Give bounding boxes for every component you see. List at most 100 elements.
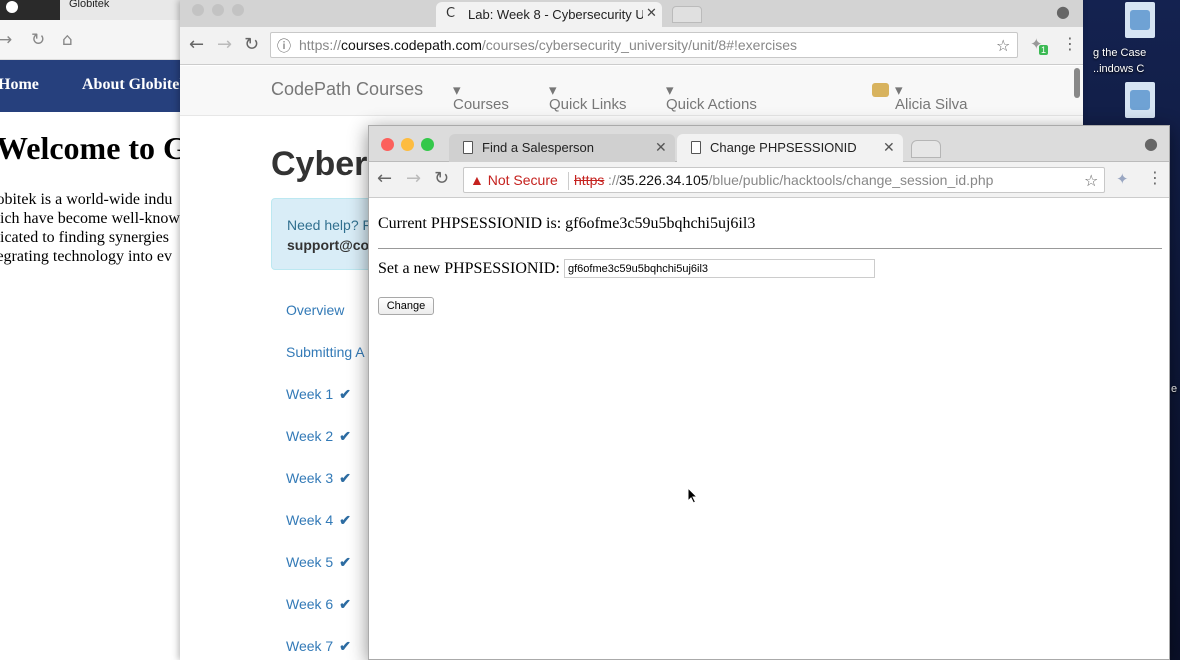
menu-icon[interactable]: ⋮	[1147, 168, 1163, 187]
tab-title: Lab: Week 8 - Cybersecurity U	[468, 7, 643, 22]
change-session-browser-window: Find a Salesperson ✕ Change PHPSESSIONID…	[368, 125, 1170, 660]
extension-icon[interactable]: ✦	[1116, 170, 1129, 188]
desktop-file-label[interactable]: ..indows C	[1093, 63, 1144, 75]
sidebar-item-label: Week 3	[286, 470, 334, 486]
address-bar[interactable]: ▲ Not Secure https :// 35.226.34.105/blu…	[463, 167, 1105, 193]
info-icon[interactable]: ⓘ	[277, 36, 291, 56]
close-tab-icon[interactable]: ✕	[655, 139, 667, 156]
bookmark-star-icon[interactable]: ☆	[1084, 171, 1098, 190]
tab-codepath-lab[interactable]: C Lab: Week 8 - Cybersecurity U ✕	[436, 2, 662, 27]
forward-arrow-icon[interactable]: →	[406, 168, 421, 189]
address-bar[interactable]: ⓘ https://courses.codepath.com/courses/c…	[270, 32, 1018, 58]
user-name: Alicia Silva	[895, 96, 968, 113]
tab-title[interactable]: Globitek	[69, 0, 109, 10]
forward-arrow-icon[interactable]: →	[217, 34, 232, 55]
sidebar-item-label: Submitting A	[286, 344, 365, 360]
close-tab-icon[interactable]: ✕	[646, 6, 657, 21]
browser-toolbar: → ↻ ⌂	[0, 20, 200, 60]
checkmark-icon: ✔	[339, 638, 351, 654]
browser-toolbar: ← → ↻ ▲ Not Secure https :// 35.226.34.1…	[369, 162, 1169, 198]
divider	[378, 248, 1162, 249]
not-secure-indicator[interactable]: ▲ Not Secure	[470, 172, 558, 188]
warning-icon: ▲	[470, 172, 484, 188]
checkmark-icon: ✔	[339, 428, 351, 444]
profile-icon[interactable]: ●	[1144, 134, 1158, 153]
sidebar-item-week-1[interactable]: Week 1 ✔	[286, 386, 351, 403]
user-menu-dropdown[interactable]: Alicia Silva ▾	[895, 81, 968, 113]
nav-about-link[interactable]: About Globitek	[82, 76, 188, 94]
page-heading: Welcome to G	[0, 130, 188, 166]
scrollbar-thumb[interactable]	[1074, 68, 1080, 98]
close-window-button[interactable]	[381, 138, 394, 151]
change-button[interactable]: Change	[378, 297, 434, 315]
minimize-window-button[interactable]	[401, 138, 414, 151]
sidebar-item-week-4[interactable]: Week 4 ✔	[286, 512, 351, 529]
minimize-window-button[interactable]	[212, 4, 224, 16]
sidebar-item-label: Week 7	[286, 638, 334, 654]
reload-icon[interactable]: ↻	[434, 168, 449, 189]
support-email-link[interactable]: support@coc	[287, 237, 377, 253]
sidebar-item-label: Week 4	[286, 512, 334, 528]
url-separator: ://	[608, 172, 620, 188]
sidebar-item-overview[interactable]: Overview	[286, 302, 344, 318]
url-host: 35.226.34.105	[619, 172, 709, 188]
page-content: Current PHPSESSIONID is: gf6ofme3c59u5bq…	[369, 199, 1169, 659]
tab-title: Change PHPSESSIONID	[710, 140, 857, 155]
sidebar-item-label: Week 1	[286, 386, 334, 402]
sidebar-item-week-7[interactable]: Week 7 ✔	[286, 638, 351, 655]
nav-quick-links-dropdown[interactable]: Quick Links ▾	[549, 81, 627, 113]
checkmark-icon: ✔	[339, 596, 351, 612]
site-navbar: Home About Globitek	[0, 60, 200, 112]
checkmark-icon: ✔	[339, 554, 351, 570]
sidebar-item-label: Week 6	[286, 596, 334, 612]
page-title: Cyber	[271, 145, 368, 183]
brand-link[interactable]: CodePath Courses	[271, 79, 423, 100]
loading-spinner-icon: C	[446, 6, 456, 21]
tab-change-phpsessionid[interactable]: Change PHPSESSIONID ✕	[677, 134, 903, 162]
nav-courses-dropdown[interactable]: Courses ▾	[453, 81, 509, 113]
back-arrow-icon[interactable]: ←	[189, 34, 204, 55]
new-tab-button[interactable]	[911, 140, 941, 158]
avatar	[872, 83, 889, 97]
checkmark-icon: ✔	[339, 386, 351, 402]
page-icon	[691, 141, 701, 154]
close-window-button[interactable]	[192, 4, 204, 16]
session-id-input[interactable]	[564, 259, 875, 278]
forward-arrow-icon[interactable]: →	[0, 30, 12, 50]
reload-icon[interactable]: ↻	[31, 30, 45, 50]
checkmark-icon: ✔	[339, 512, 351, 528]
back-arrow-icon[interactable]: ←	[377, 168, 392, 189]
sidebar-item-week-3[interactable]: Week 3 ✔	[286, 470, 351, 487]
sidebar-item-week-5[interactable]: Week 5 ✔	[286, 554, 351, 571]
close-tab-icon[interactable]: ✕	[883, 139, 895, 156]
home-icon[interactable]: ⌂	[62, 30, 73, 50]
browser-toolbar: ← → ↻ ⓘ https://courses.codepath.com/cou…	[180, 27, 1083, 65]
desktop-file-label[interactable]: g the Case	[1093, 47, 1146, 59]
sidebar-item-submitting[interactable]: Submitting A	[286, 344, 365, 360]
tab-find-salesperson[interactable]: Find a Salesperson ✕	[449, 134, 675, 162]
document-icon[interactable]	[1125, 82, 1155, 118]
desktop-file-label[interactable]: e	[1171, 383, 1177, 395]
url-protocol: https://	[299, 37, 342, 53]
reload-icon[interactable]: ↻	[244, 34, 259, 55]
nav-label: Quick Links	[549, 96, 627, 113]
menu-icon[interactable]: ⋮	[1062, 34, 1078, 53]
zoom-window-button[interactable]	[421, 138, 434, 151]
divider	[568, 172, 569, 190]
new-tab-button[interactable]	[672, 6, 702, 23]
document-icon[interactable]	[1125, 2, 1155, 38]
tab-inactive[interactable]	[0, 0, 60, 20]
bookmark-star-icon[interactable]: ☆	[996, 36, 1010, 55]
window-button-icon[interactable]	[6, 1, 18, 13]
nav-quick-actions-dropdown[interactable]: Quick Actions ▾	[666, 81, 757, 113]
sidebar-item-week-6[interactable]: Week 6 ✔	[286, 596, 351, 613]
zoom-window-button[interactable]	[232, 4, 244, 16]
help-text: Need help? F	[287, 217, 372, 233]
profile-icon[interactable]: ●	[1056, 2, 1070, 21]
address-url: https://courses.codepath.com/courses/cyb…	[299, 37, 797, 53]
sidebar-item-week-2[interactable]: Week 2 ✔	[286, 428, 351, 445]
mouse-cursor-icon	[687, 487, 699, 504]
current-session-id-text: Current PHPSESSIONID is: gf6ofme3c59u5bq…	[378, 215, 756, 232]
page-icon	[463, 141, 473, 154]
nav-home-link[interactable]: Home	[0, 76, 39, 94]
